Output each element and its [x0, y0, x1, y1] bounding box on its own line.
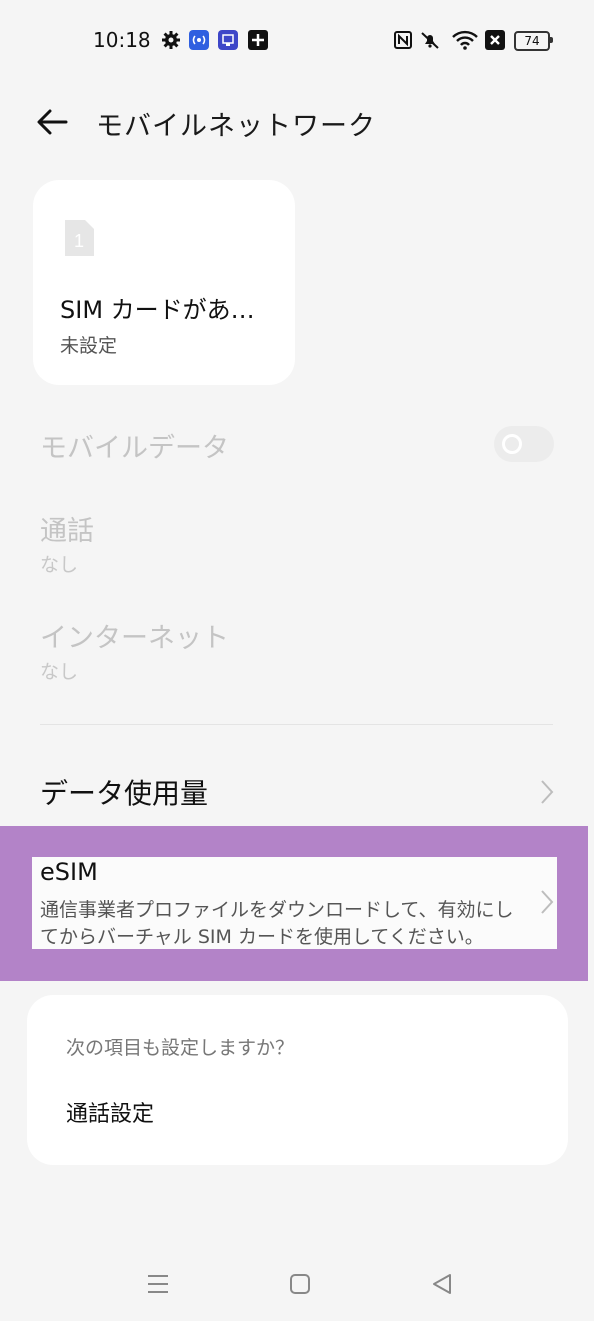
- internet-value: なし: [40, 661, 79, 683]
- suggestion-question: 次の項目も設定しますか？: [66, 1037, 295, 1059]
- internet-label: インターネット: [40, 623, 229, 654]
- sim-card-icon: 1: [65, 220, 94, 256]
- call-value: なし: [40, 554, 79, 576]
- back-triangle-icon[interactable]: [428, 1270, 456, 1298]
- x-box-icon: [485, 30, 505, 50]
- data-usage-label: データ使用量: [40, 777, 209, 810]
- status-time: 10:18: [93, 28, 151, 52]
- suggestion-card: [27, 995, 568, 1165]
- app-cast-icon: [218, 30, 238, 50]
- mute-icon: [421, 32, 439, 49]
- toggle-knob: [502, 434, 522, 454]
- sim-slot-number: 1: [74, 231, 84, 251]
- nfc-icon: [394, 31, 412, 49]
- esim-description: 通信事業者プロファイルをダウンロードして、有効にしてからバーチャル SIM カー…: [40, 899, 514, 948]
- back-arrow-icon[interactable]: [34, 106, 70, 138]
- mobile-data-toggle[interactable]: [494, 426, 554, 462]
- page-title: モバイルネットワーク: [96, 111, 376, 142]
- call-settings-link[interactable]: 通話設定: [66, 1096, 154, 1128]
- wifi-icon: [452, 30, 478, 50]
- esim-title: eSIM: [40, 858, 98, 886]
- menu-icon[interactable]: [144, 1270, 172, 1298]
- battery-tip: [550, 37, 553, 43]
- battery-icon: 74: [514, 31, 550, 51]
- chevron-right-icon: [541, 780, 554, 804]
- sim-name: SIM カードがあ…: [60, 296, 255, 324]
- plus-box-icon: [248, 30, 268, 50]
- divider: [40, 724, 553, 725]
- chevron-right-icon: [541, 890, 554, 914]
- gear-icon: [162, 31, 180, 49]
- home-icon[interactable]: [286, 1270, 314, 1298]
- app-broadcast-icon: [189, 30, 209, 50]
- mobile-data-label: モバイルデータ: [40, 433, 229, 464]
- call-label: 通話: [40, 516, 94, 547]
- sim-status: 未設定: [60, 335, 118, 357]
